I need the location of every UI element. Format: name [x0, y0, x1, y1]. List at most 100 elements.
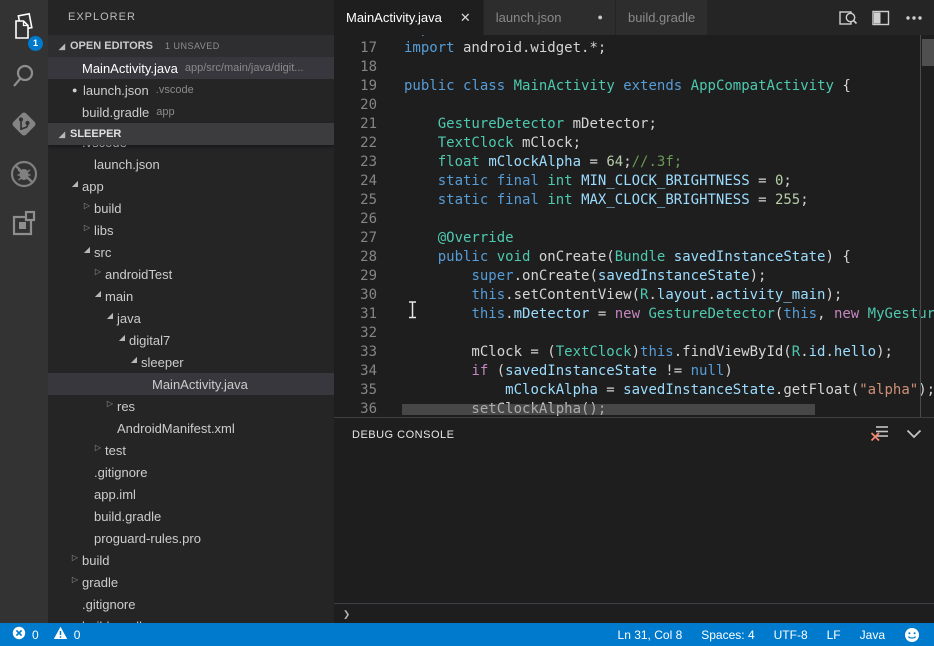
tree-item-digital7[interactable]: digital7 — [48, 329, 334, 351]
workspace-name: SLEEPER — [70, 128, 121, 140]
line-number: 24 — [334, 172, 377, 191]
tree-item-build-gradle[interactable]: build.gradle — [48, 505, 334, 527]
tree-item-build-gradle[interactable]: build.gradle — [48, 615, 334, 623]
source-control-icon — [9, 109, 39, 144]
tree-item-res[interactable]: res — [48, 395, 334, 417]
tree-item-label: digital7 — [129, 333, 170, 348]
tree-item-app[interactable]: app — [48, 175, 334, 197]
line-content: this.setContentView(R.layout.activity_ma… — [404, 286, 842, 305]
split-editor-icon[interactable] — [871, 8, 891, 28]
tab-mainactivity-java[interactable]: MainActivity.java✕ — [334, 0, 484, 35]
open-files-badge: 1 — [28, 36, 43, 51]
status-item[interactable]: Spaces: 4 — [701, 628, 754, 642]
editor-actions — [838, 0, 934, 35]
search-activity-button[interactable] — [0, 58, 48, 98]
chevron-collapsed-icon — [90, 443, 106, 452]
tree-item-mainactivity-java[interactable]: MainActivity.java — [48, 373, 334, 395]
warning-count: 0 — [74, 628, 81, 642]
tree-item-label: AndroidManifest.xml — [117, 421, 235, 436]
tree-item-libs[interactable]: libs — [48, 219, 334, 241]
tree-item--vscode[interactable]: .vscode — [48, 145, 334, 153]
code-line: 30 this.setContentView(R.layout.activity… — [334, 286, 934, 305]
panel-title[interactable]: DEBUG CONSOLE — [352, 429, 454, 441]
tab-launch-json[interactable]: launch.json● — [484, 0, 616, 35]
chevron-expanded-icon — [79, 245, 95, 254]
open-editors-list: MainActivity.java app/src/main/java/digit… — [48, 57, 334, 123]
open-preview-icon[interactable] — [838, 8, 858, 28]
status-item[interactable]: LF — [827, 628, 841, 642]
status-item[interactable]: Ln 31, Col 8 — [618, 628, 683, 642]
tree-item-main[interactable]: main — [48, 285, 334, 307]
tree-item-label: androidTest — [105, 267, 172, 282]
line-content: mClock = (TextClock)this.findViewById(R.… — [404, 343, 893, 362]
code-line: 23 float mClockAlpha = 64;//.3f; — [334, 153, 934, 172]
tree-item-launch-json[interactable]: launch.json — [48, 153, 334, 175]
chevron-expanded-icon — [54, 42, 70, 51]
open-editors-header[interactable]: OPEN EDITORS 1 UNSAVED — [48, 35, 334, 57]
horizontal-scrollbar[interactable] — [402, 404, 815, 415]
code-line: 18 — [334, 58, 934, 77]
line-number: 30 — [334, 286, 377, 305]
explorer-activity-button[interactable]: 1 — [0, 10, 48, 50]
debug-activity-button[interactable] — [0, 156, 48, 196]
open-editor-file-path: .vscode — [156, 84, 194, 96]
tree-item-test[interactable]: test — [48, 439, 334, 461]
tab-build-gradle[interactable]: build.gradle — [616, 0, 708, 35]
code-line: 25 static final int MAX_CLOCK_BRIGHTNESS… — [334, 191, 934, 210]
extensions-activity-button[interactable] — [0, 206, 48, 246]
smiley-feedback-icon[interactable] — [904, 627, 920, 643]
tree-item-label: build — [94, 201, 121, 216]
line-content: this.mDetector = new GestureDetector(thi… — [404, 305, 934, 324]
workspace-section-header[interactable]: SLEEPER — [48, 123, 334, 145]
code-editor[interactable]: import android.view.GestureDetector;17im… — [334, 35, 934, 417]
line-content: if (savedInstanceState != null) — [404, 362, 733, 381]
code-line: 31 this.mDetector = new GestureDetector(… — [334, 305, 934, 324]
open-editor-item[interactable]: MainActivity.java app/src/main/java/digit… — [48, 57, 334, 79]
line-number: 31 — [334, 305, 377, 324]
tree-item--gitignore[interactable]: .gitignore — [48, 593, 334, 615]
error-count: 0 — [32, 628, 39, 642]
line-content: TextClock mClock; — [404, 134, 581, 153]
more-actions-icon[interactable] — [904, 8, 924, 28]
tree-item-androidmanifest-xml[interactable]: AndroidManifest.xml — [48, 417, 334, 439]
status-item[interactable]: Java — [860, 628, 885, 642]
status-item[interactable]: UTF-8 — [774, 628, 808, 642]
line-number: 21 — [334, 115, 377, 134]
problems-status[interactable]: 0 0 — [0, 626, 88, 643]
tree-item-sleeper[interactable]: sleeper — [48, 351, 334, 373]
close-tab-icon[interactable]: ✕ — [460, 11, 471, 24]
tree-item-app-iml[interactable]: app.iml — [48, 483, 334, 505]
tree-item-label: .gitignore — [82, 597, 135, 612]
tree-item-androidtest[interactable]: androidTest — [48, 263, 334, 285]
tree-item-gradle[interactable]: gradle — [48, 571, 334, 593]
line-number: 18 — [334, 58, 377, 77]
debug-console-input[interactable]: ❯ — [334, 603, 934, 624]
tree-item--gitignore[interactable]: .gitignore — [48, 461, 334, 483]
tree-item-src[interactable]: src — [48, 241, 334, 263]
tree-item-build[interactable]: build — [48, 549, 334, 571]
clear-console-icon[interactable] — [870, 424, 890, 447]
extensions-icon — [9, 209, 39, 244]
open-editor-item[interactable]: ●launch.json.vscode — [48, 79, 334, 101]
tree-item-java[interactable]: java — [48, 307, 334, 329]
chevron-collapsed-icon — [102, 399, 118, 408]
open-editor-item[interactable]: build.gradleapp — [48, 101, 334, 123]
line-number: 33 — [334, 343, 377, 362]
line-number: 27 — [334, 229, 377, 248]
open-editor-file-name: MainActivity.java — [82, 61, 178, 76]
source-control-activity-button[interactable] — [0, 106, 48, 146]
line-content: super.onCreate(savedInstanceState); — [404, 267, 766, 286]
open-editor-file-path: app/src/main/java/digit... — [185, 62, 304, 74]
vertical-scrollbar[interactable] — [922, 39, 934, 66]
tree-item-label: launch.json — [94, 157, 160, 172]
panel-header: DEBUG CONSOLE — [334, 418, 934, 452]
tab-label: build.gradle — [628, 10, 695, 25]
tree-item-build[interactable]: build — [48, 197, 334, 219]
bottom-panel: DEBUG CONSOLE ❯ — [334, 417, 934, 623]
panel-actions — [870, 418, 922, 452]
tree-item-proguard-rules-pro[interactable]: proguard-rules.pro — [48, 527, 334, 549]
chevron-expanded-icon — [126, 355, 142, 364]
line-number: 32 — [334, 324, 377, 343]
chevron-down-icon[interactable] — [906, 426, 922, 444]
line-number: 29 — [334, 267, 377, 286]
